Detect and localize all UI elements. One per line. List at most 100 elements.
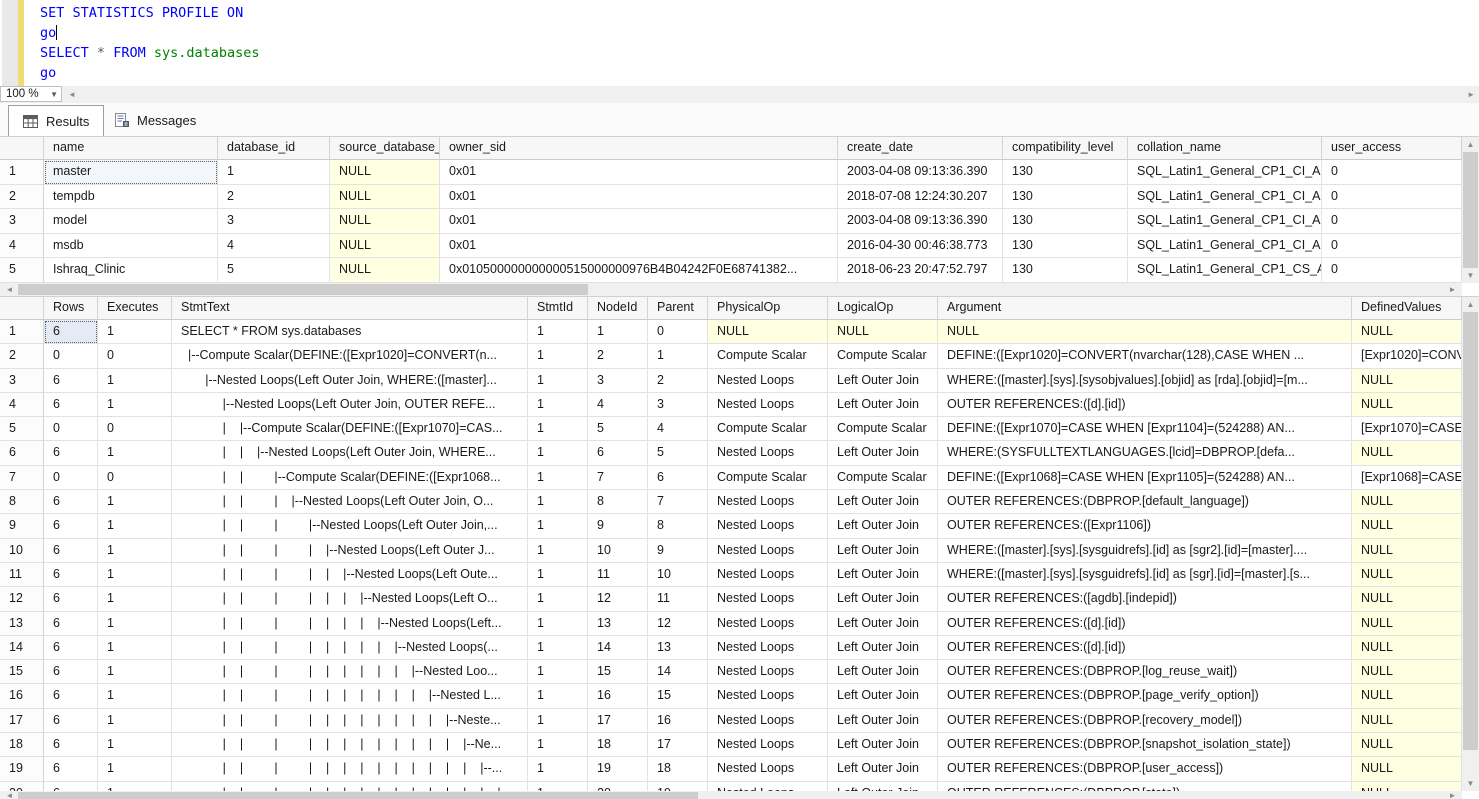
cell-StmtId[interactable]: 1 xyxy=(528,757,588,781)
cell-owner_sid[interactable]: 0x01 xyxy=(440,160,838,185)
cell-Rows[interactable]: 6 xyxy=(44,393,98,417)
cell-LogicalOp[interactable]: Left Outer Join xyxy=(828,733,938,757)
cell-Argument[interactable]: OUTER REFERENCES:(DBPROP.[log_reuse_wait… xyxy=(938,660,1352,684)
cell-Executes[interactable]: 1 xyxy=(98,757,172,781)
cell-LogicalOp[interactable]: Left Outer Join xyxy=(828,684,938,708)
column-header-Argument[interactable]: Argument xyxy=(938,297,1352,320)
cell-StmtId[interactable]: 1 xyxy=(528,709,588,733)
cell-Executes[interactable]: 1 xyxy=(98,320,172,344)
cell-StmtId[interactable]: 1 xyxy=(528,782,588,791)
scroll-up-icon[interactable]: ▲ xyxy=(1462,137,1479,152)
cell-user_access[interactable]: 0 xyxy=(1322,160,1462,185)
cell-Rows[interactable]: 0 xyxy=(44,417,98,441)
column-header-Rows[interactable]: Rows xyxy=(44,297,98,320)
cell-owner_sid[interactable]: 0x01 xyxy=(440,209,838,234)
cell-StmtId[interactable]: 1 xyxy=(528,587,588,611)
cell-StmtText[interactable]: | | |--Nested Loops(Left Outer Join, WHE… xyxy=(172,441,528,465)
cell-Argument[interactable]: DEFINE:([Expr1068]=CASE WHEN [Expr1105]=… xyxy=(938,466,1352,490)
cell-name[interactable]: msdb xyxy=(44,234,218,259)
cell-StmtId[interactable]: 1 xyxy=(528,539,588,563)
row-number[interactable]: 1 xyxy=(0,320,44,344)
cell-StmtText[interactable]: | | | |--Nested Loops(Left Outer Join, O… xyxy=(172,490,528,514)
cell-StmtText[interactable]: | | | | | | | |--Nested Loops(Left... xyxy=(172,612,528,636)
cell-PhysicalOp[interactable]: Nested Loops xyxy=(708,369,828,393)
cell-NodeId[interactable]: 8 xyxy=(588,490,648,514)
cell-StmtText[interactable]: | | | | | |--Nested Loops(Left Oute... xyxy=(172,563,528,587)
cell-Rows[interactable]: 6 xyxy=(44,539,98,563)
profile-grid-hscrollbar[interactable]: ◄ ► xyxy=(0,791,1462,799)
cell-NodeId[interactable]: 4 xyxy=(588,393,648,417)
cell-user_access[interactable]: 0 xyxy=(1322,209,1462,234)
cell-DefinedValues[interactable]: NULL xyxy=(1352,612,1462,636)
column-header-NodeId[interactable]: NodeId xyxy=(588,297,648,320)
cell-Executes[interactable]: 1 xyxy=(98,782,172,791)
cell-Argument[interactable]: OUTER REFERENCES:(DBPROP.[default_langua… xyxy=(938,490,1352,514)
row-number[interactable]: 2 xyxy=(0,344,44,368)
cell-Executes[interactable]: 1 xyxy=(98,563,172,587)
cell-Parent[interactable]: 0 xyxy=(648,320,708,344)
column-header-Executes[interactable]: Executes xyxy=(98,297,172,320)
cell-Parent[interactable]: 7 xyxy=(648,490,708,514)
cell-LogicalOp[interactable]: Left Outer Join xyxy=(828,636,938,660)
cell-StmtText[interactable]: |--Compute Scalar(DEFINE:([Expr1020]=CON… xyxy=(172,344,528,368)
hscroll-thumb[interactable] xyxy=(18,792,698,799)
cell-PhysicalOp[interactable]: Nested Loops xyxy=(708,490,828,514)
cell-Argument[interactable]: OUTER REFERENCES:(DBPROP.[snapshot_isola… xyxy=(938,733,1352,757)
cell-DefinedValues[interactable]: [Expr1068]=CASE W xyxy=(1352,466,1462,490)
code-line[interactable]: SET STATISTICS PROFILE ON xyxy=(24,3,1479,23)
column-header-LogicalOp[interactable]: LogicalOp xyxy=(828,297,938,320)
cell-NodeId[interactable]: 13 xyxy=(588,612,648,636)
code-line[interactable]: SELECT * FROM sys.databases xyxy=(24,43,1479,63)
cell-compatibility_level[interactable]: 130 xyxy=(1003,258,1128,283)
cell-DefinedValues[interactable]: NULL xyxy=(1352,490,1462,514)
cell-Executes[interactable]: 1 xyxy=(98,660,172,684)
cell-StmtId[interactable]: 1 xyxy=(528,490,588,514)
cell-Executes[interactable]: 0 xyxy=(98,466,172,490)
cell-PhysicalOp[interactable]: Nested Loops xyxy=(708,441,828,465)
cell-Argument[interactable]: NULL xyxy=(938,320,1352,344)
cell-Argument[interactable]: OUTER REFERENCES:([d].[id]) xyxy=(938,612,1352,636)
cell-collation_name[interactable]: SQL_Latin1_General_CP1_CI_AS xyxy=(1128,209,1322,234)
cell-database_id[interactable]: 2 xyxy=(218,185,330,210)
cell-DefinedValues[interactable]: NULL xyxy=(1352,757,1462,781)
row-number[interactable]: 5 xyxy=(0,258,44,283)
cell-LogicalOp[interactable]: Compute Scalar xyxy=(828,466,938,490)
cell-Executes[interactable]: 1 xyxy=(98,490,172,514)
scroll-up-icon[interactable]: ▲ xyxy=(1462,297,1479,312)
cell-DefinedValues[interactable]: NULL xyxy=(1352,539,1462,563)
cell-StmtText[interactable]: | |--Compute Scalar(DEFINE:([Expr1070]=C… xyxy=(172,417,528,441)
sql-editor[interactable]: SET STATISTICS PROFILE ONgoSELECT * FROM… xyxy=(0,0,1479,86)
column-header-database_id[interactable]: database_id xyxy=(218,137,330,160)
cell-DefinedValues[interactable]: [Expr1020]=CONVE xyxy=(1352,344,1462,368)
cell-PhysicalOp[interactable]: Compute Scalar xyxy=(708,344,828,368)
cell-LogicalOp[interactable]: Left Outer Join xyxy=(828,660,938,684)
cell-Executes[interactable]: 0 xyxy=(98,344,172,368)
row-number[interactable]: 18 xyxy=(0,733,44,757)
cell-PhysicalOp[interactable]: Nested Loops xyxy=(708,709,828,733)
cell-compatibility_level[interactable]: 130 xyxy=(1003,160,1128,185)
cell-Rows[interactable]: 6 xyxy=(44,490,98,514)
cell-create_date[interactable]: 2018-07-08 12:24:30.207 xyxy=(838,185,1003,210)
cell-source_database_id[interactable]: NULL xyxy=(330,160,440,185)
cell-StmtText[interactable]: | | | | | | | | | | |--Nested L... xyxy=(172,684,528,708)
cell-owner_sid[interactable]: 0x01 xyxy=(440,185,838,210)
cell-StmtText[interactable]: | | | | | | | | |--Nested Loops(... xyxy=(172,636,528,660)
cell-source_database_id[interactable]: NULL xyxy=(330,234,440,259)
cell-compatibility_level[interactable]: 130 xyxy=(1003,234,1128,259)
cell-PhysicalOp[interactable]: Nested Loops xyxy=(708,757,828,781)
cell-LogicalOp[interactable]: Left Outer Join xyxy=(828,709,938,733)
cell-StmtText[interactable]: | | | | | | | | | | | | | |--... xyxy=(172,757,528,781)
cell-Rows[interactable]: 6 xyxy=(44,563,98,587)
cell-DefinedValues[interactable]: NULL xyxy=(1352,441,1462,465)
cell-Argument[interactable]: WHERE:(SYSFULLTEXTLANGUAGES.[lcid]=DBPRO… xyxy=(938,441,1352,465)
cell-Executes[interactable]: 1 xyxy=(98,684,172,708)
cell-database_id[interactable]: 4 xyxy=(218,234,330,259)
results-grid-vscrollbar[interactable]: ▲ ▼ xyxy=(1462,137,1479,283)
cell-NodeId[interactable]: 3 xyxy=(588,369,648,393)
cell-Argument[interactable]: OUTER REFERENCES:([Expr1106]) xyxy=(938,514,1352,538)
cell-create_date[interactable]: 2018-06-23 20:47:52.797 xyxy=(838,258,1003,283)
cell-DefinedValues[interactable]: NULL xyxy=(1352,660,1462,684)
cell-LogicalOp[interactable]: Compute Scalar xyxy=(828,417,938,441)
row-number[interactable]: 3 xyxy=(0,209,44,234)
cell-DefinedValues[interactable]: [Expr1070]=CASE W xyxy=(1352,417,1462,441)
